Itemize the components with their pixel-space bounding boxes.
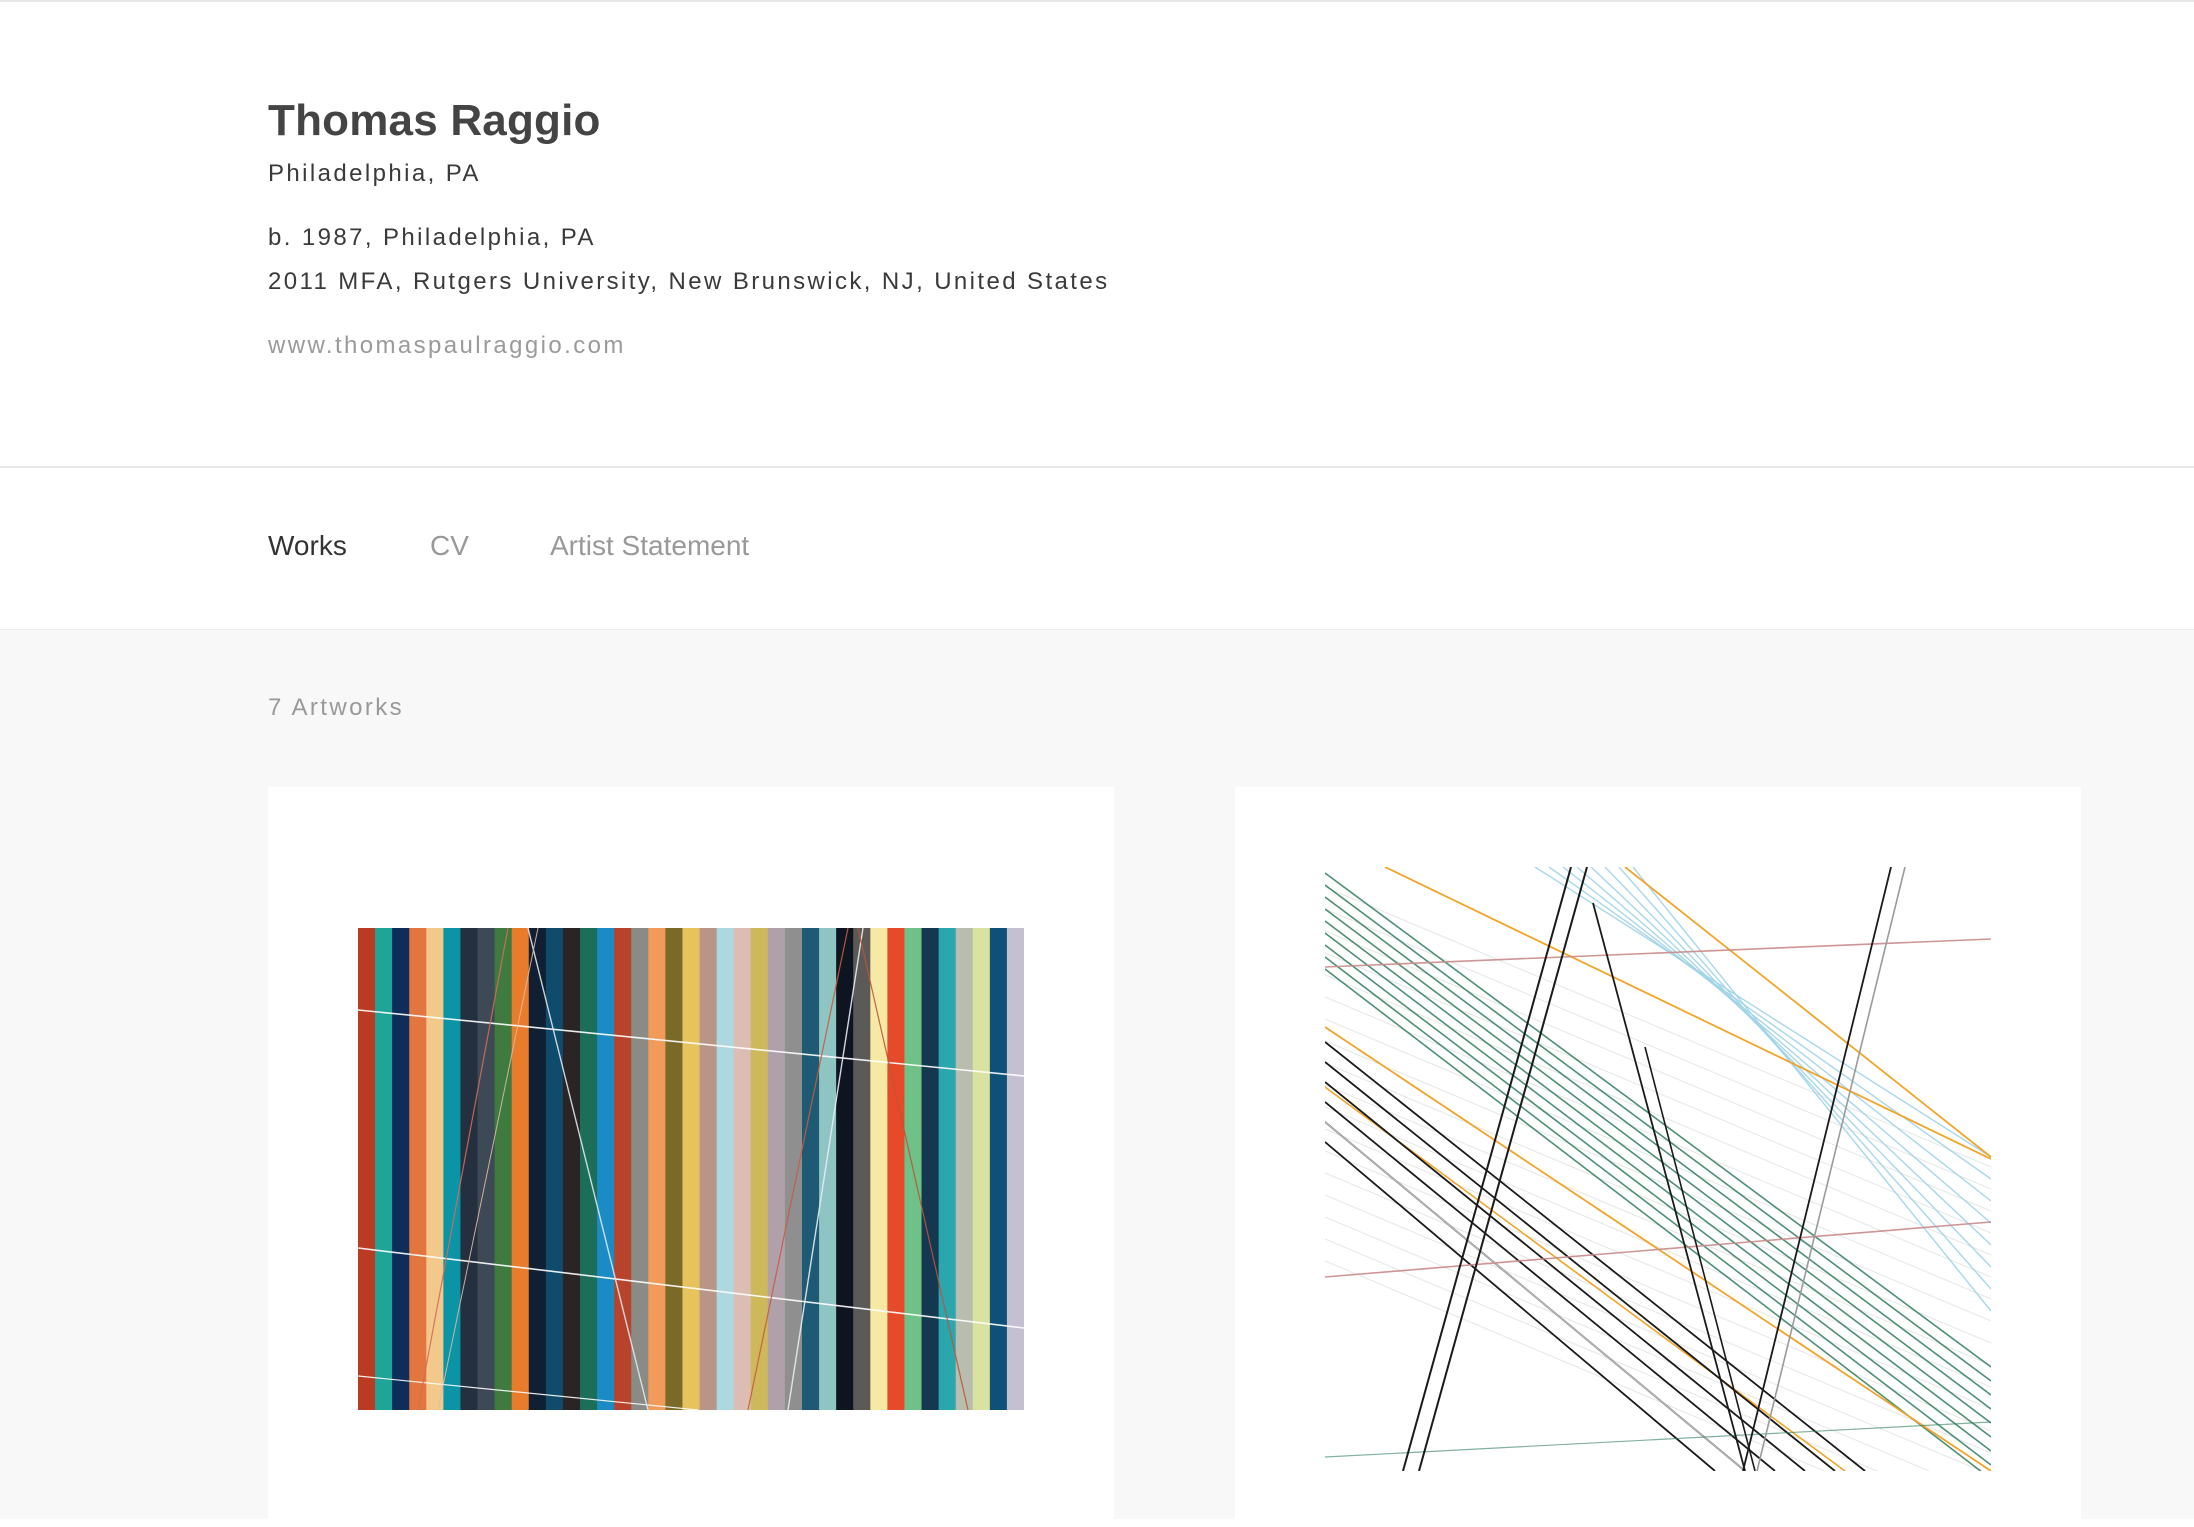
artist-education: 2011 MFA, Rutgers University, New Brunsw… bbox=[268, 268, 1110, 295]
works-gallery: 7 Artworks bbox=[0, 629, 2194, 1527]
artwork-count: 7 Artworks bbox=[268, 694, 405, 721]
artwork-stripes-painting bbox=[358, 928, 1024, 1410]
artwork-card[interactable] bbox=[268, 787, 1114, 1527]
artwork-stripe bbox=[716, 928, 735, 1410]
artwork-stripe bbox=[802, 928, 820, 1410]
artwork-lines-drawing bbox=[1325, 867, 1991, 1471]
artist-birth: b. 1987, Philadelphia, PA bbox=[268, 224, 596, 251]
artwork-stripe bbox=[733, 928, 752, 1410]
artwork-stripe bbox=[562, 928, 581, 1410]
artwork-stripe bbox=[682, 928, 701, 1410]
artwork-stripe bbox=[955, 928, 974, 1410]
artwork-image[interactable] bbox=[358, 928, 1024, 1410]
section-divider bbox=[0, 466, 2194, 468]
artwork-stripe bbox=[528, 928, 547, 1410]
artwork-stripe bbox=[392, 928, 410, 1410]
artwork-stripe bbox=[750, 928, 769, 1410]
artwork-stripe bbox=[699, 928, 718, 1410]
artwork-stripe bbox=[477, 928, 496, 1410]
artwork-stripe bbox=[853, 928, 871, 1410]
artwork-stripe bbox=[375, 928, 393, 1410]
artwork-stripe bbox=[665, 928, 684, 1410]
artwork-stripe bbox=[819, 928, 837, 1410]
artwork-stripe bbox=[614, 928, 632, 1410]
artwork-stripe bbox=[443, 928, 462, 1410]
tab-artist-statement[interactable]: Artist Statement bbox=[550, 530, 749, 562]
artwork-image[interactable] bbox=[1325, 867, 1991, 1471]
artwork-stripe bbox=[511, 928, 530, 1410]
artwork-stripe bbox=[409, 928, 427, 1410]
artwork-stripe bbox=[767, 928, 786, 1410]
artwork-stripe bbox=[545, 928, 564, 1410]
artwork-stripe bbox=[494, 928, 513, 1410]
artwork-stripe bbox=[921, 928, 940, 1410]
artwork-stripe bbox=[580, 928, 598, 1410]
tab-cv[interactable]: CV bbox=[430, 530, 469, 562]
artwork-stripe bbox=[972, 928, 991, 1410]
artwork-stripe bbox=[597, 928, 615, 1410]
artwork-stripe bbox=[426, 928, 444, 1410]
artwork-card[interactable] bbox=[1235, 787, 2081, 1527]
artwork-stripe bbox=[648, 928, 666, 1410]
artwork-stripe bbox=[870, 928, 888, 1410]
artwork-stripe bbox=[938, 928, 957, 1410]
artist-website-link[interactable]: www.thomaspaulraggio.com bbox=[268, 332, 626, 360]
artwork-stripe bbox=[989, 928, 1008, 1410]
artist-location: Philadelphia, PA bbox=[268, 160, 481, 187]
tab-works[interactable]: Works bbox=[268, 530, 347, 562]
top-border bbox=[0, 0, 2194, 2]
artwork-stripe bbox=[358, 928, 376, 1410]
artist-name: Thomas Raggio bbox=[268, 96, 601, 145]
artwork-stripe bbox=[1006, 928, 1024, 1410]
artwork-stripe bbox=[631, 928, 649, 1410]
artwork-stripe bbox=[887, 928, 906, 1410]
